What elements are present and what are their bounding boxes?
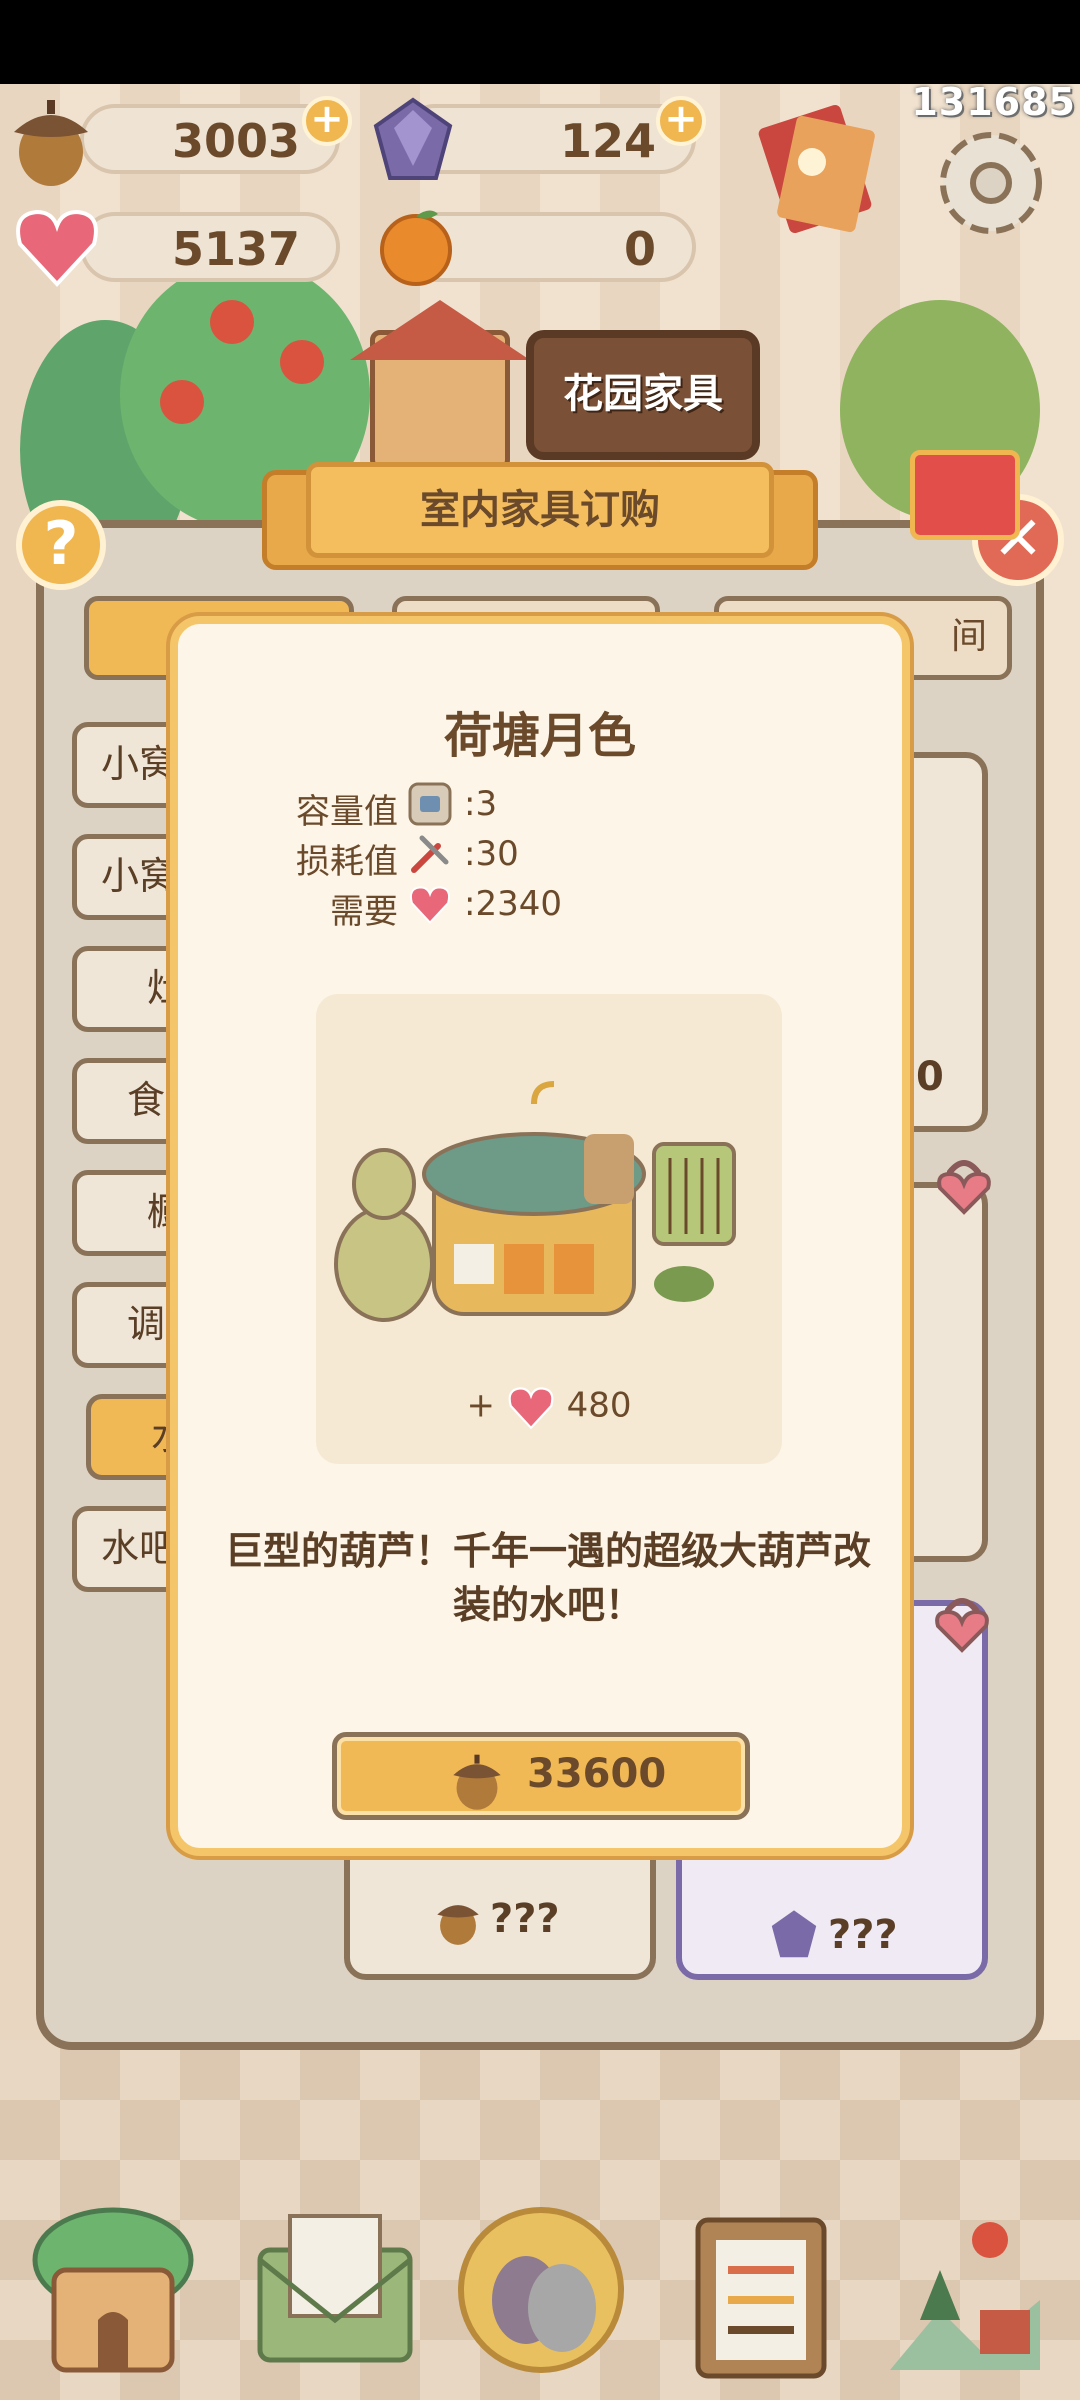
bonus-row: + 480 [316, 1384, 782, 1430]
item-detail-dialog: 荷塘月色 容量值 :3 损耗值 :30 需要 :2340 + 480 巨型的葫芦… [170, 616, 910, 1856]
map-nav-icon[interactable] [880, 2200, 1050, 2380]
heart-counter: 5137 [80, 212, 340, 282]
item-description: 巨型的葫芦！千年一遇的超级大葫芦改装的水吧！ [224, 1529, 871, 1627]
heart-crystal-icon [508, 1387, 554, 1430]
need-value: :2340 [464, 884, 562, 924]
tasks-nav-icon[interactable] [676, 2200, 846, 2380]
need-row: 需要 :2340 [268, 884, 668, 934]
buy-button[interactable]: 33600 [332, 1732, 750, 1820]
gem-icon [373, 97, 453, 180]
capacity-label: 容量值 [296, 792, 398, 832]
home-nav-icon[interactable] [28, 2200, 198, 2380]
capacity-row: 容量值 :3 [268, 782, 668, 834]
add-gems-button[interactable]: + [656, 96, 706, 146]
add-acorns-button[interactable]: + [302, 96, 352, 146]
item-card-price: ??? [828, 1912, 898, 1958]
lock-icon [937, 1160, 991, 1215]
heart-crystal-icon [16, 209, 98, 287]
side-category-label: 调 [127, 1302, 166, 1346]
garden-furniture-tab[interactable]: 花园家具 [526, 330, 760, 460]
category-tab-3-label: 间 [950, 616, 987, 657]
side-category-label: 小窝 [101, 854, 178, 898]
item-card-price: ??? [490, 1896, 560, 1942]
apple-red [280, 340, 324, 384]
item-preview: + 480 [316, 994, 782, 1464]
friends-nav-icon[interactable] [456, 2200, 626, 2380]
garden-furniture-label: 花园家具 [563, 371, 723, 417]
wrench-icon [411, 835, 449, 873]
acorn-counter: 3003 [80, 104, 340, 174]
wear-label: 损耗值 [296, 842, 398, 882]
gem-count: 124 [559, 114, 656, 168]
heart-count: 5137 [171, 222, 300, 276]
capacity-icon [408, 782, 452, 826]
gem-icon [771, 1910, 817, 1958]
acorn-icon [453, 1754, 501, 1810]
item-card-price: 0 [916, 1054, 944, 1100]
wear-value: :30 [464, 834, 519, 874]
help-icon: ? [43, 509, 79, 579]
help-button[interactable]: ? [16, 500, 106, 590]
need-label: 需要 [330, 892, 398, 932]
orange-icon [380, 210, 452, 286]
panel-title: 室内家具订购 [306, 462, 774, 558]
side-category-label: 小窝 [101, 742, 178, 786]
item-title: 荷塘月色 [443, 708, 636, 764]
side-category-label: 食 [127, 1078, 166, 1122]
lock-icon [935, 1598, 989, 1653]
status-bar [0, 0, 1080, 84]
envelope-icon[interactable] [752, 100, 882, 240]
gear-icon[interactable] [926, 118, 1056, 248]
apple-red [160, 380, 204, 424]
apple-red [210, 300, 254, 344]
buy-price: 33600 [527, 1751, 667, 1797]
acorn-icon [437, 1905, 479, 1945]
bonus-prefix: + [466, 1385, 495, 1426]
wear-row: 损耗值 :30 [268, 834, 668, 884]
gourd-water-bar-image [334, 1081, 736, 1322]
bonus-value: 480 [566, 1385, 632, 1426]
capacity-value: :3 [464, 784, 498, 824]
acorn-icon [14, 100, 88, 186]
side-category-label: 水吧 [101, 1526, 178, 1570]
heart-crystal-icon [409, 886, 451, 925]
gift-box-decor [910, 450, 1020, 540]
birdhouse-roof [350, 300, 530, 360]
orange-count: 0 [623, 222, 656, 276]
mail-nav-icon[interactable] [250, 2200, 420, 2380]
acorn-count: 3003 [171, 114, 300, 168]
